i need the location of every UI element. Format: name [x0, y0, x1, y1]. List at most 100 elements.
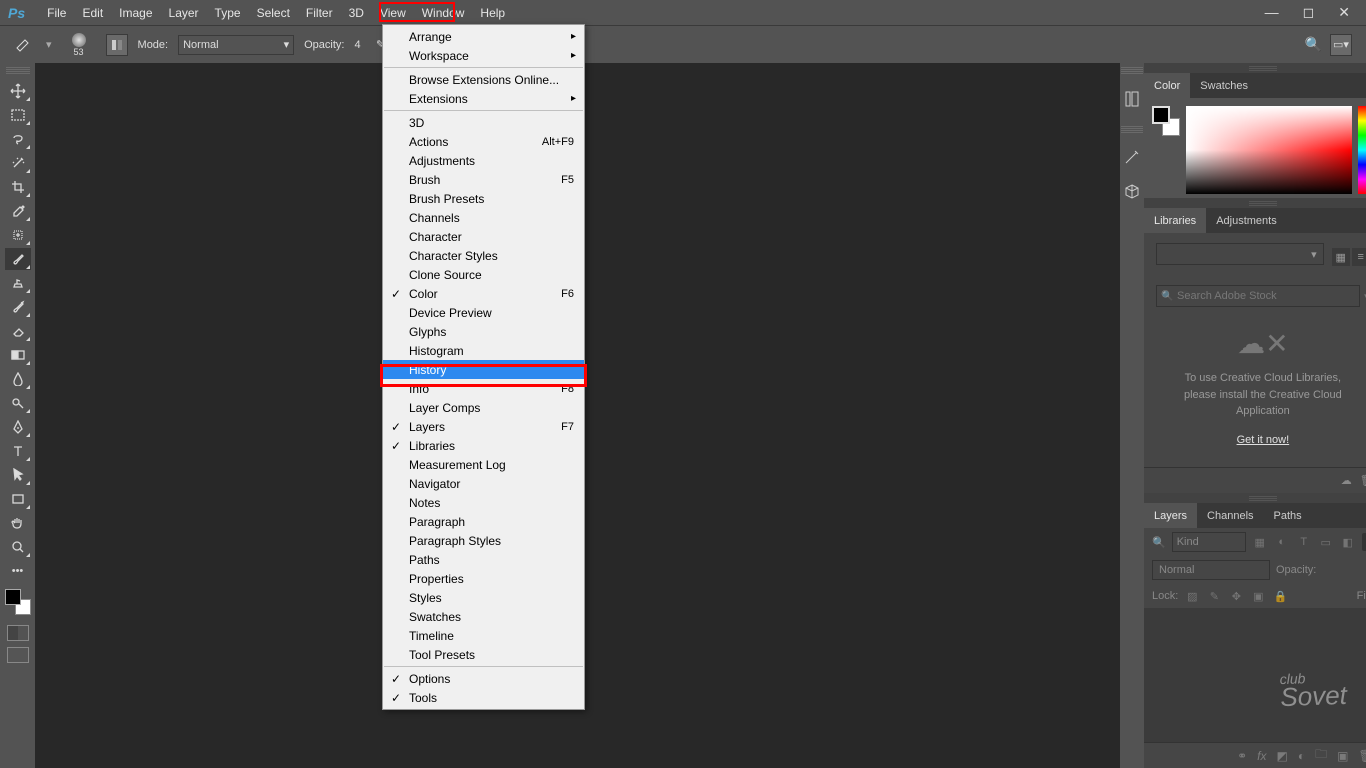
brush-tool[interactable] [5, 248, 31, 270]
blend-mode-select[interactable]: Normal▾ [178, 35, 294, 55]
healing-brush-tool[interactable] [5, 224, 31, 246]
dock-icon-properties[interactable] [1120, 146, 1144, 170]
clone-stamp-tool[interactable] [5, 272, 31, 294]
menu-item-adjustments[interactable]: Adjustments [383, 151, 584, 170]
menu-help[interactable]: Help [472, 2, 513, 24]
menu-layer[interactable]: Layer [161, 2, 207, 24]
gradient-tool[interactable] [5, 344, 31, 366]
menu-item-swatches[interactable]: Swatches [383, 607, 584, 626]
menu-item-styles[interactable]: Styles [383, 588, 584, 607]
crop-tool[interactable] [5, 176, 31, 198]
menu-image[interactable]: Image [111, 2, 160, 24]
tab-channels[interactable]: Channels [1197, 503, 1263, 528]
menu-item-clone-source[interactable]: Clone Source [383, 265, 584, 284]
rectangle-tool[interactable] [5, 488, 31, 510]
grid-view-icon[interactable]: ▦ [1332, 248, 1350, 266]
lock-artboard-icon[interactable]: ▣ [1250, 588, 1266, 604]
brush-preview[interactable]: 53 [62, 29, 96, 61]
menu-item-workspace[interactable]: Workspace [383, 46, 584, 65]
filter-pixel-icon[interactable]: ▦ [1252, 534, 1268, 550]
lasso-tool[interactable] [5, 128, 31, 150]
menu-item-tools[interactable]: ✓Tools [383, 688, 584, 707]
menu-select[interactable]: Select [249, 2, 298, 24]
group-icon[interactable]: 🗀 [1315, 745, 1327, 766]
close-button[interactable]: ✕ [1332, 2, 1356, 23]
screen-mode-toggle[interactable] [7, 647, 29, 663]
panel-grip[interactable] [1121, 67, 1143, 74]
menu-item-glyphs[interactable]: Glyphs [383, 322, 584, 341]
minimize-button[interactable]: — [1259, 2, 1285, 23]
menu-item-tool-presets[interactable]: Tool Presets [383, 645, 584, 664]
layer-style-icon[interactable]: fx [1257, 749, 1266, 763]
filter-smart-icon[interactable]: ◧ [1340, 534, 1356, 550]
tab-libraries[interactable]: Libraries [1144, 208, 1206, 233]
panel-grip[interactable] [1249, 201, 1277, 206]
link-layers-icon[interactable]: ⚭ [1237, 749, 1247, 763]
menu-item-character[interactable]: Character [383, 227, 584, 246]
filter-adjust-icon[interactable]: ◐ [1274, 534, 1290, 550]
stock-search-input[interactable]: Search Adobe Stock [1156, 285, 1360, 307]
quick-mask-toggle[interactable] [7, 625, 29, 641]
lock-transparency-icon[interactable]: ▨ [1184, 588, 1200, 604]
tab-adjustments[interactable]: Adjustments [1206, 208, 1287, 233]
new-layer-icon[interactable]: ▣ [1337, 749, 1348, 763]
path-selection-tool[interactable] [5, 464, 31, 486]
menu-3d[interactable]: 3D [341, 2, 372, 24]
tab-color[interactable]: Color [1144, 73, 1190, 98]
menu-filter[interactable]: Filter [298, 2, 341, 24]
menu-item-device-preview[interactable]: Device Preview [383, 303, 584, 322]
menu-item-brush-presets[interactable]: Brush Presets [383, 189, 584, 208]
hue-slider[interactable] [1358, 106, 1366, 194]
magic-wand-tool[interactable] [5, 152, 31, 174]
menu-item-channels[interactable]: Channels [383, 208, 584, 227]
menu-item-layer-comps[interactable]: Layer Comps [383, 398, 584, 417]
pen-tool[interactable] [5, 416, 31, 438]
marquee-tool[interactable] [5, 104, 31, 126]
zoom-tool[interactable] [5, 536, 31, 558]
library-select[interactable]: ▾ [1156, 243, 1324, 265]
menu-item-layers[interactable]: ✓LayersF7 [383, 417, 584, 436]
adjustment-layer-icon[interactable]: ◐ [1298, 749, 1305, 763]
workspace-switcher[interactable]: ▭▾ [1330, 34, 1352, 56]
menu-item-paths[interactable]: Paths [383, 550, 584, 569]
panel-grip[interactable] [1121, 126, 1143, 133]
menu-file[interactable]: File [39, 2, 74, 24]
menu-item-navigator[interactable]: Navigator [383, 474, 584, 493]
cloud-sync-icon[interactable]: ☁ [1341, 474, 1352, 487]
opacity-value[interactable]: 4 [354, 39, 360, 51]
hand-tool[interactable] [5, 512, 31, 534]
menu-item-measurement-log[interactable]: Measurement Log [383, 455, 584, 474]
dock-icon-history[interactable] [1120, 87, 1144, 111]
foreground-color[interactable] [5, 589, 21, 605]
color-field[interactable] [1186, 106, 1352, 194]
tool-preset-icon[interactable] [12, 36, 36, 54]
menu-item-paragraph-styles[interactable]: Paragraph Styles [383, 531, 584, 550]
brush-panel-toggle[interactable] [106, 34, 128, 56]
get-it-now-link[interactable]: Get it now! [1237, 434, 1290, 446]
tab-layers[interactable]: Layers [1144, 503, 1197, 528]
layer-filter-kind[interactable]: Kind [1172, 532, 1246, 552]
menu-item-options[interactable]: ✓Options [383, 669, 584, 688]
menu-item-3d[interactable]: 3D [383, 113, 584, 132]
menu-type[interactable]: Type [207, 2, 249, 24]
move-tool[interactable] [5, 80, 31, 102]
search-icon[interactable]: 🔍 [1305, 36, 1322, 53]
color-swatches[interactable] [5, 589, 31, 615]
type-tool[interactable] [5, 440, 31, 462]
menu-item-paragraph[interactable]: Paragraph [383, 512, 584, 531]
blur-tool[interactable] [5, 368, 31, 390]
menu-item-notes[interactable]: Notes [383, 493, 584, 512]
delete-icon[interactable]: 🗑 [1360, 474, 1366, 487]
history-brush-tool[interactable] [5, 296, 31, 318]
menu-item-color[interactable]: ✓ColorF6 [383, 284, 584, 303]
menu-item-browse-extensions-online-[interactable]: Browse Extensions Online... [383, 70, 584, 89]
tab-swatches[interactable]: Swatches [1190, 73, 1258, 98]
lock-position-icon[interactable]: ✥ [1228, 588, 1244, 604]
panel-menu-icon[interactable]: ≡ [1359, 503, 1366, 528]
layer-blend-mode[interactable]: Normal [1152, 560, 1270, 580]
panel-grip[interactable] [1249, 496, 1277, 501]
dodge-tool[interactable] [5, 392, 31, 414]
color-swatch-pair[interactable] [1152, 106, 1180, 136]
filter-type-icon[interactable]: T [1296, 534, 1312, 550]
menu-item-actions[interactable]: ActionsAlt+F9 [383, 132, 584, 151]
